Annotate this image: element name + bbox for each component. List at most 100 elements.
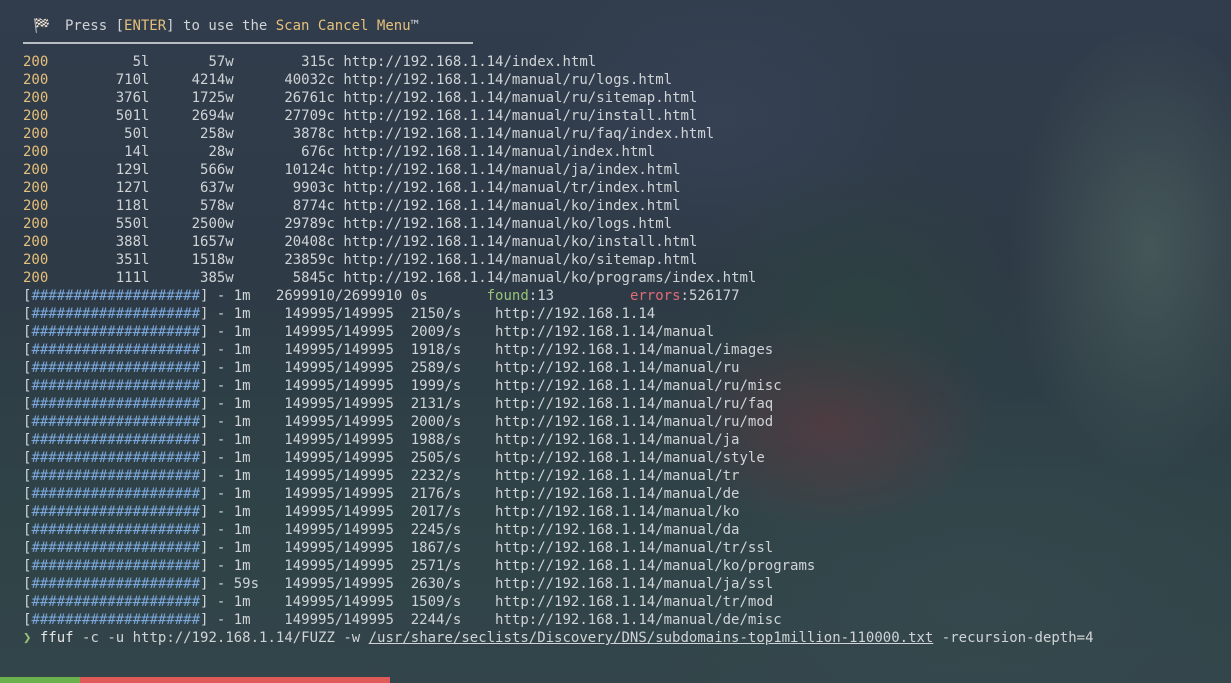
target-url: http://192.168.1.14/manual/ko/programs xyxy=(495,558,816,574)
request-count: 149995/149995 xyxy=(267,468,394,484)
request-rate: 2131/s xyxy=(410,396,496,412)
target-url: http://192.168.1.14 xyxy=(495,306,656,322)
line-count: 127l xyxy=(48,180,150,196)
request-count: 149995/149995 xyxy=(267,576,394,592)
bracket: ] - xyxy=(200,540,234,556)
bracket: ] - xyxy=(200,612,234,628)
command-args: -c -u http://192.168.1.14/FUZZ -w xyxy=(82,630,361,646)
result-url: http://192.168.1.14/manual/ru/logs.html xyxy=(343,72,673,88)
progress-bar: #################### xyxy=(31,324,201,340)
char-count: 20408c xyxy=(233,234,335,250)
progress-row: [####################] - 1m 149995/14999… xyxy=(23,377,815,395)
bracket: ] - xyxy=(200,378,234,394)
scan-cancel-banner: 🏁 Press [ENTER] to use the Scan Cancel Me… xyxy=(23,17,473,35)
target-url: http://192.168.1.14/manual/style xyxy=(495,450,765,466)
progress-bar: #################### xyxy=(31,558,201,574)
errors-label: errors xyxy=(629,288,681,304)
bracket: ] - xyxy=(200,450,234,466)
bracket: ] - xyxy=(200,306,234,322)
line-count: 129l xyxy=(48,162,150,178)
request-rate: 2232/s xyxy=(410,468,496,484)
progress-row: [####################] - 59s 149995/1499… xyxy=(23,575,815,593)
target-url: http://192.168.1.14/manual/de xyxy=(495,486,740,502)
bracket: ] - xyxy=(200,504,234,520)
line-count: 710l xyxy=(48,72,150,88)
char-count: 27709c xyxy=(233,108,335,124)
word-count: 1518w xyxy=(149,252,234,268)
target-url: http://192.168.1.14/manual/ko xyxy=(495,504,740,520)
result-row: 200 127l 637w 9903c http://192.168.1.14/… xyxy=(23,179,815,197)
word-count: 385w xyxy=(149,270,234,286)
result-row: 200 111l 385w 5845c http://192.168.1.14/… xyxy=(23,269,815,287)
progress-row: [####################] - 1m 149995/14999… xyxy=(23,521,815,539)
result-url: http://192.168.1.14/manual/ko/programs/i… xyxy=(343,270,757,286)
request-count: 149995/149995 xyxy=(267,504,394,520)
word-count: 258w xyxy=(149,126,234,142)
enter-key-label: ENTER xyxy=(124,18,167,34)
request-rate: 1988/s xyxy=(410,432,496,448)
recursion-option: -recursion-depth=4 xyxy=(941,630,1094,646)
progress-bar: #################### xyxy=(31,576,201,592)
found-label: found xyxy=(486,288,529,304)
result-row: 200 351l 1518w 23859c http://192.168.1.1… xyxy=(23,251,815,269)
bracket: ] - xyxy=(200,594,234,610)
request-count: 149995/149995 xyxy=(267,414,394,430)
command-name: ffuf xyxy=(39,630,74,646)
char-count: 3878c xyxy=(233,126,335,142)
word-count: 1725w xyxy=(149,90,234,106)
status-code: 200 xyxy=(23,198,49,214)
terminal-window[interactable]: 🏁 Press [ENTER] to use the Scan Cancel Me… xyxy=(23,0,1231,683)
result-url: http://192.168.1.14/manual/ja/index.html xyxy=(343,162,681,178)
result-url: http://192.168.1.14/manual/index.html xyxy=(343,144,656,160)
line-count: 351l xyxy=(48,252,150,268)
progress-bar: #################### xyxy=(31,540,201,556)
command-prompt[interactable]: ❯ ffuf -c -u http://192.168.1.14/FUZZ -w… xyxy=(23,629,1094,647)
word-count: 566w xyxy=(149,162,234,178)
result-row: 200 501l 2694w 27709c http://192.168.1.1… xyxy=(23,107,815,125)
line-count: 14l xyxy=(48,144,150,160)
bracket: ] - xyxy=(200,576,234,592)
request-count: 149995/149995 xyxy=(267,486,394,502)
line-count: 111l xyxy=(48,270,150,286)
target-url: http://192.168.1.14/manual/ru/mod xyxy=(495,414,774,430)
request-rate: 2017/s xyxy=(410,504,496,520)
elapsed-time: 1m xyxy=(233,342,268,358)
target-url: http://192.168.1.14/manual/tr/mod xyxy=(495,594,774,610)
elapsed-time: 1m xyxy=(233,468,268,484)
char-count: 10124c xyxy=(233,162,335,178)
status-code: 200 xyxy=(23,126,49,142)
target-url: http://192.168.1.14/manual/da xyxy=(495,522,740,538)
target-url: http://192.168.1.14/manual/ru xyxy=(495,360,740,376)
request-rate: 1918/s xyxy=(410,342,496,358)
result-url: http://192.168.1.14/manual/tr/index.html xyxy=(343,180,681,196)
result-row: 200 550l 2500w 29789c http://192.168.1.1… xyxy=(23,215,815,233)
request-rate: 2630/s xyxy=(410,576,496,592)
progress-bar: #################### xyxy=(31,612,201,628)
request-count: 149995/149995 xyxy=(267,450,394,466)
bracket: ] - xyxy=(200,342,234,358)
request-rate: 2176/s xyxy=(410,486,496,502)
line-count: 550l xyxy=(48,216,150,232)
request-rate: 2150/s xyxy=(410,306,496,322)
target-url: http://192.168.1.14/manual/ja/ssl xyxy=(495,576,774,592)
bracket: ] - xyxy=(200,432,234,448)
wordlist-path[interactable]: /usr/share/seclists/Discovery/DNS/subdom… xyxy=(369,630,934,646)
status-code: 200 xyxy=(23,180,49,196)
char-count: 40032c xyxy=(233,72,335,88)
bracket: ] - xyxy=(200,414,234,430)
status-segment-error xyxy=(80,677,390,683)
elapsed-time: 1m xyxy=(233,612,268,628)
char-count: 676c xyxy=(233,144,335,160)
summary-row: [####################] - 1m 2699910/2699… xyxy=(23,288,740,304)
bracket: ] - xyxy=(200,396,234,412)
request-count: 149995/149995 xyxy=(267,324,394,340)
elapsed-time: 1m xyxy=(233,324,268,340)
char-count: 9903c xyxy=(233,180,335,196)
progress-row: [####################] - 1m 149995/14999… xyxy=(23,539,815,557)
target-url: http://192.168.1.14/manual/de/misc xyxy=(495,612,782,628)
result-row: 200 118l 578w 8774c http://192.168.1.14/… xyxy=(23,197,815,215)
elapsed-time: 1m xyxy=(233,414,268,430)
bracket: ] - xyxy=(200,522,234,538)
result-row: 200 710l 4214w 40032c http://192.168.1.1… xyxy=(23,71,815,89)
word-count: 28w xyxy=(149,144,234,160)
